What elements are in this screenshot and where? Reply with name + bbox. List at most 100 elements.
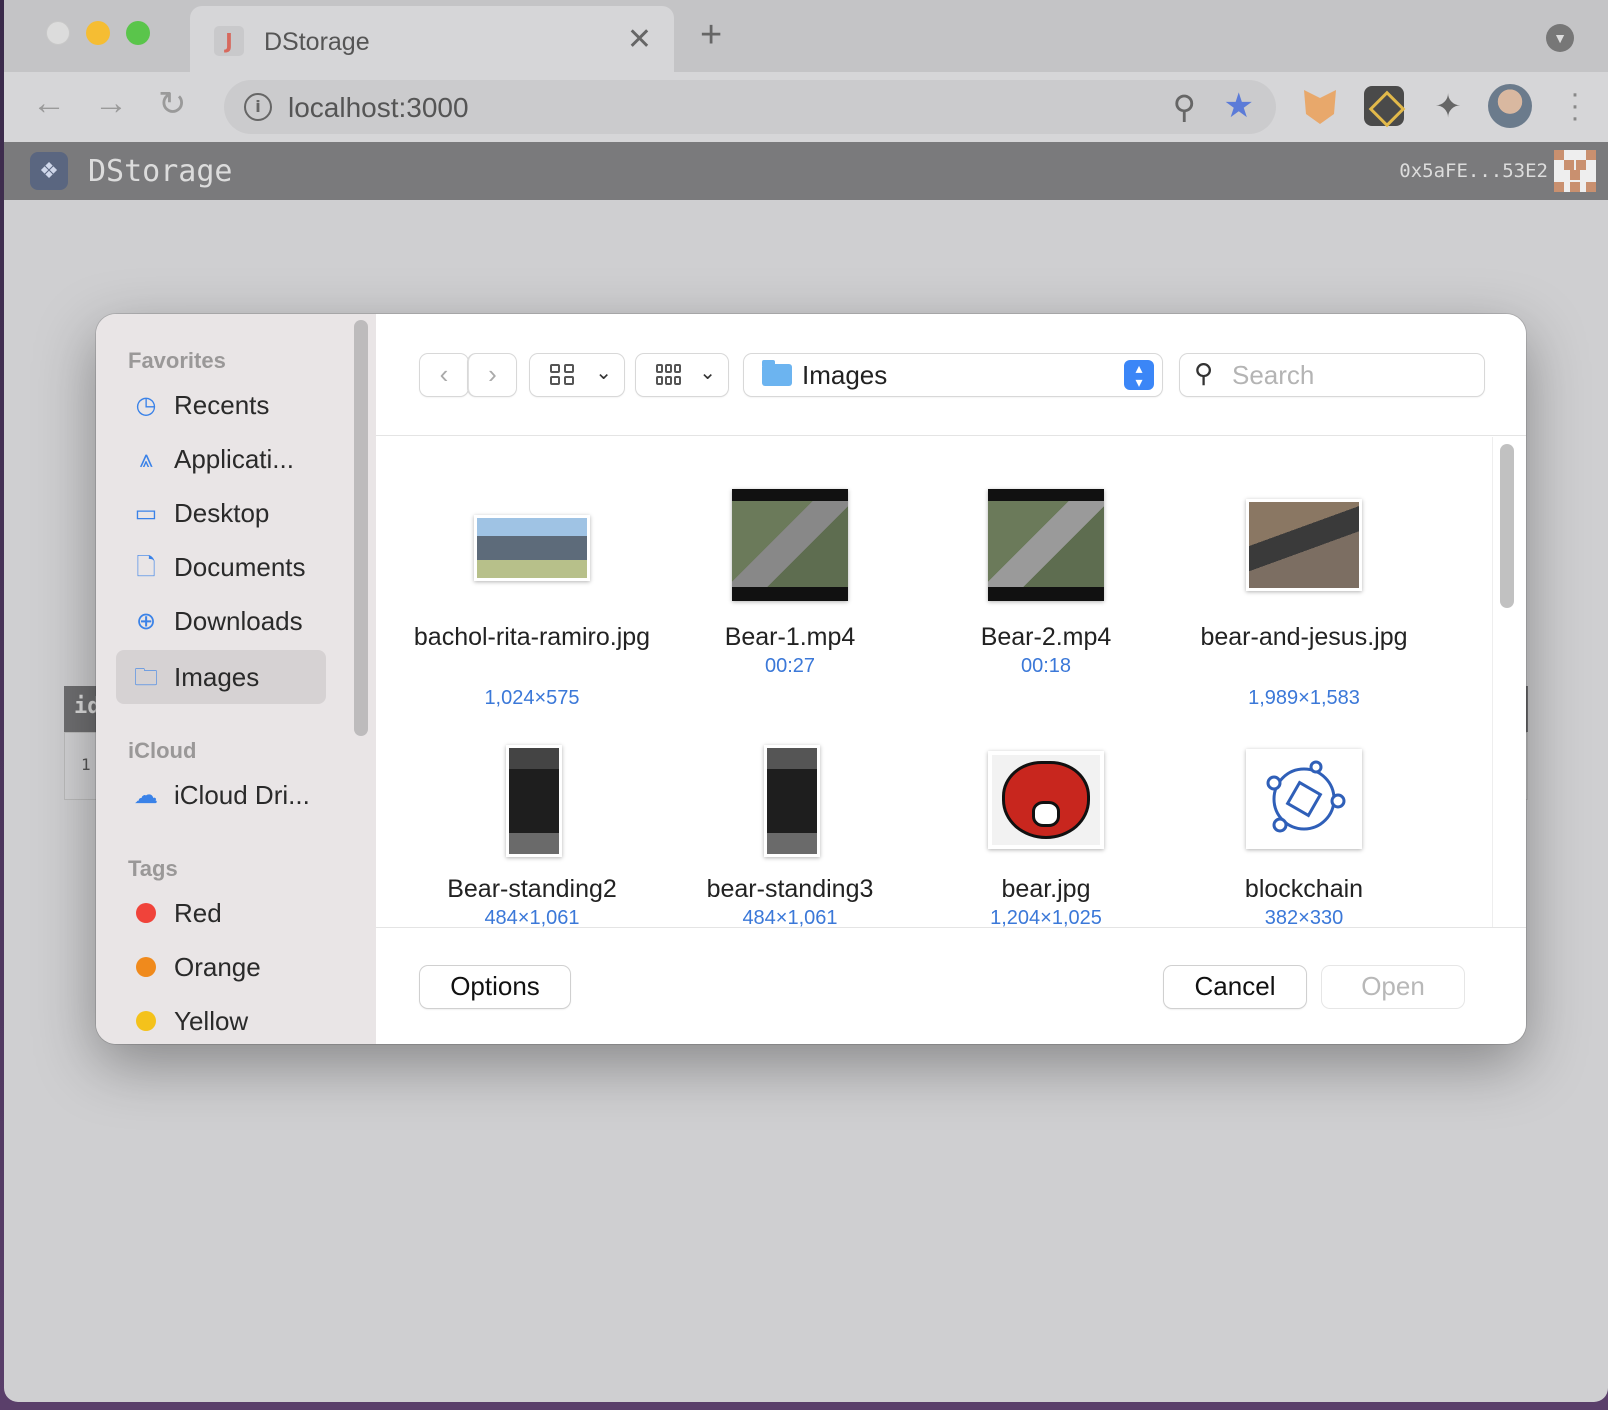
back-icon[interactable]: ← (32, 84, 66, 123)
icon-view-icon (550, 364, 576, 386)
sidebar-item-label: Images (174, 662, 260, 692)
forward-button[interactable]: › (468, 354, 516, 396)
yellow-tag-dot-icon (136, 1011, 156, 1031)
close-tab-icon[interactable]: ✕ (627, 22, 652, 57)
sidebar-item-label: Recents (174, 390, 270, 420)
zoom-icon[interactable]: ⚲ (1173, 88, 1196, 126)
sidebar-item-icloud-drive[interactable]: ☁ iCloud Dri... (116, 768, 326, 822)
window-maximize-button[interactable] (126, 21, 150, 45)
folder-icon: 🗀 (134, 664, 158, 691)
file-meta: 484×1,061 (742, 907, 838, 927)
new-tab-button[interactable]: + (700, 14, 722, 57)
app-header: ❖ DStorage 0x5aFE...53E2 (4, 142, 1608, 200)
metamask-icon[interactable] (1304, 90, 1336, 124)
file-grid-scrollbar[interactable] (1500, 444, 1514, 608)
file-item[interactable]: bear-and-jesus.jpg 1,989×1,583 (1174, 437, 1434, 737)
kebab-menu-icon[interactable]: · · · (1570, 79, 1580, 133)
window-close-button[interactable] (46, 21, 70, 45)
file-item[interactable]: bear-standing3 484×1,061 (660, 737, 920, 927)
group-grid-icon (656, 364, 682, 386)
open-button[interactable]: Open (1322, 966, 1464, 1008)
favorites-heading: Favorites (128, 348, 226, 373)
tab-search-icon[interactable]: ▼ (1546, 24, 1574, 52)
sidebar-item-tag-orange[interactable]: Orange (116, 940, 326, 994)
url-text[interactable]: localhost:3000 (288, 92, 469, 124)
sidebar-item-images[interactable]: 🗀 Images (116, 650, 326, 704)
icloud-heading: iCloud (128, 738, 197, 763)
desktop-icon: ▭ (134, 500, 158, 527)
location-label: Images (802, 360, 888, 390)
applications-icon: ⩓ (139, 446, 153, 473)
popup-stepper-icon: ▴ ▾ (1124, 360, 1154, 390)
video-thumbnail (988, 489, 1104, 601)
file-item[interactable]: bachol-rita-ramiro.jpg 1,024×575 (402, 437, 662, 737)
file-item[interactable]: blockchain 382×330 (1174, 737, 1434, 927)
chevron-down-icon: ⌄ (699, 362, 716, 384)
file-meta: 00:18 (1020, 655, 1072, 677)
sidebar-item-tag-yellow[interactable]: Yellow (116, 994, 326, 1044)
browser-tab[interactable]: J DStorage ✕ (190, 6, 674, 72)
file-item[interactable]: Bear-2.mp4 00:18 (916, 437, 1176, 737)
file-thumbnail (506, 745, 562, 857)
group-by-button[interactable]: ⌄ (636, 354, 728, 396)
cancel-button[interactable]: Cancel (1164, 966, 1306, 1008)
chevron-down-icon: ⌄ (595, 362, 612, 384)
file-thumbnail (764, 745, 820, 857)
clock-icon: ◷ (135, 392, 157, 419)
sidebar-item-label: Red (174, 898, 222, 928)
orange-tag-dot-icon (136, 957, 156, 977)
file-meta: 484×1,061 (484, 907, 580, 927)
back-button[interactable]: ‹ (420, 354, 468, 396)
extension-cube-icon[interactable] (1364, 86, 1404, 126)
tab-title: DStorage (264, 28, 370, 56)
file-name: Bear-1.mp4 (724, 623, 856, 651)
file-name: bear-standing3 (706, 875, 874, 903)
window-minimize-button[interactable] (86, 21, 110, 45)
location-popup[interactable]: Images ▴ ▾ (744, 354, 1162, 396)
document-icon: 🗋 (136, 554, 156, 581)
scroll-track (1492, 437, 1493, 927)
search-input[interactable] (1232, 360, 1472, 390)
search-field[interactable]: ⚲ (1180, 354, 1484, 396)
forward-icon[interactable]: → (94, 84, 128, 123)
file-open-dialog: Favorites ◷ Recents ⩓ Applicati... ▭ Des… (96, 314, 1526, 1044)
file-meta: 1,024×575 (484, 687, 580, 709)
sidebar-item-tag-red[interactable]: Red (116, 886, 326, 940)
sidebar-item-label: Applicati... (174, 444, 294, 474)
sidebar-item-recents[interactable]: ◷ Recents (116, 378, 326, 432)
file-thumbnail (474, 515, 590, 581)
tab-strip: J DStorage ✕ + ▼ (4, 0, 1608, 72)
file-name: bear.jpg (1001, 875, 1091, 903)
wallet-address: 0x5aFE...53E2 (1399, 160, 1548, 182)
view-mode-button[interactable]: ⌄ (530, 354, 624, 396)
tags-heading: Tags (128, 856, 178, 881)
file-meta: 1,989×1,583 (1248, 687, 1360, 709)
profile-avatar[interactable] (1488, 84, 1532, 128)
file-item[interactable]: bear.jpg 1,204×1,025 (916, 737, 1176, 927)
file-name: bear-and-jesus.jpg (1200, 623, 1408, 651)
sidebar-item-applications[interactable]: ⩓ Applicati... (116, 432, 326, 486)
options-button[interactable]: Options (420, 966, 570, 1008)
sidebar-item-label: Orange (174, 952, 261, 982)
identicon-avatar (1554, 150, 1596, 192)
bear-logo-thumbnail (988, 751, 1104, 849)
folder-icon (762, 360, 792, 386)
sidebar-item-desktop[interactable]: ▭ Desktop (116, 486, 326, 540)
sidebar-scrollbar[interactable] (354, 320, 368, 736)
bookmark-star-icon[interactable]: ★ (1224, 86, 1254, 126)
sidebar-item-label: iCloud Dri... (174, 780, 310, 810)
dialog-sidebar: Favorites ◷ Recents ⩓ Applicati... ▭ Des… (96, 314, 376, 1044)
file-meta: 1,204×1,025 (990, 907, 1102, 927)
sidebar-item-downloads[interactable]: ⊕ Downloads (116, 594, 326, 648)
file-item[interactable]: Bear-1.mp4 00:27 (660, 437, 920, 737)
video-thumbnail (732, 489, 848, 601)
file-name: blockchain (1244, 875, 1364, 903)
puzzle-icon[interactable]: ✦ (1428, 86, 1468, 126)
dialog-toolbar: ‹ › ⌄ ⌄ Images ▴ ▾ ⚲ Search (376, 314, 1526, 436)
file-item[interactable]: Bear-standing2 484×1,061 (402, 737, 662, 927)
info-icon[interactable]: i (244, 93, 272, 121)
app-title: DStorage (88, 154, 233, 189)
address-bar[interactable]: i localhost:3000 ⚲ ★ (224, 80, 1276, 134)
reload-icon[interactable]: ↻ (158, 84, 187, 124)
sidebar-item-documents[interactable]: 🗋 Documents (116, 540, 326, 594)
